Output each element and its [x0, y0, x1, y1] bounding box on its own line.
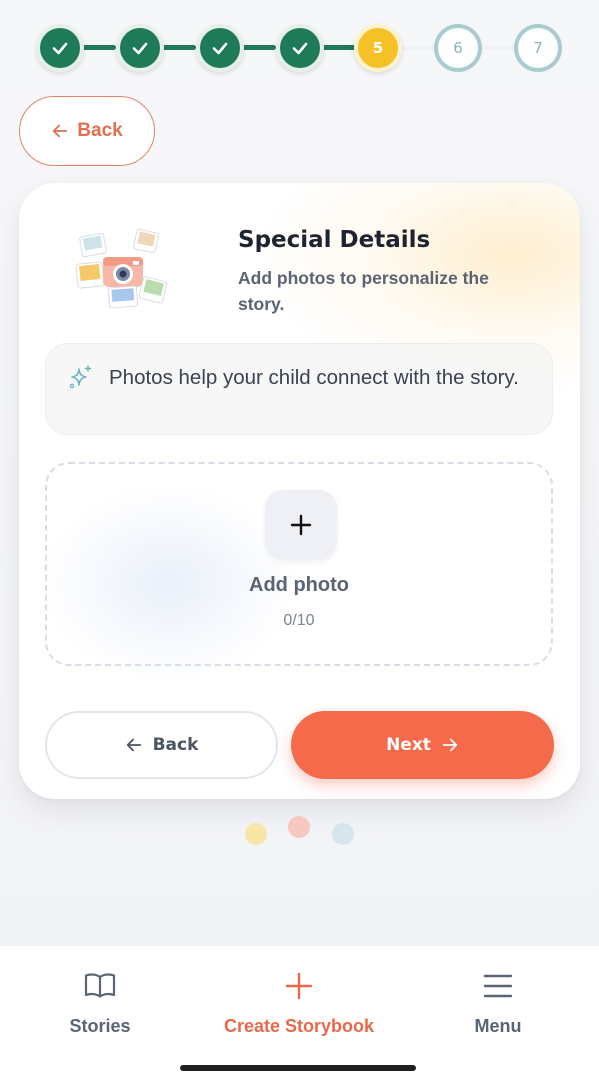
plus-icon	[285, 972, 313, 1000]
next-label: Next	[386, 735, 431, 755]
special-details-card: Special Details Add photos to personaliz…	[19, 183, 580, 799]
step-4-done[interactable]	[276, 24, 324, 72]
card-footer: Back Next	[19, 692, 580, 799]
bottom-navigation: Stories Create Storybook Menu	[0, 945, 599, 1084]
step-number: 5	[372, 39, 384, 57]
add-photo-label: Add photo	[249, 574, 349, 596]
nav-label: Stories	[69, 1016, 131, 1036]
home-indicator	[180, 1065, 416, 1071]
step-7-todo: 7	[514, 24, 562, 72]
back-label: Back	[152, 735, 199, 755]
nav-item-create-storybook[interactable]: Create Storybook	[199, 968, 399, 1037]
check-icon	[212, 42, 228, 55]
sparkles-icon	[69, 365, 92, 389]
menu-icon	[483, 974, 513, 998]
step-connector	[396, 46, 436, 50]
step-5-current: 5	[354, 24, 402, 72]
step-2-done[interactable]	[116, 24, 164, 72]
nav-label: Menu	[474, 1016, 522, 1036]
arrow-right-icon	[442, 738, 458, 752]
add-photo-button[interactable]	[265, 490, 337, 560]
top-back-button[interactable]: Back	[19, 96, 155, 166]
photo-dropzone[interactable]: Add photo 0/10	[45, 462, 553, 666]
arrow-left-icon	[53, 124, 68, 138]
plus-icon	[290, 514, 312, 536]
nav-label: Create Storybook	[223, 1016, 375, 1036]
check-icon	[132, 42, 148, 55]
card-title: Special Details	[238, 227, 431, 253]
card-subtitle: Add photos to personalize the story.	[238, 268, 489, 314]
photos-camera-illustration	[75, 228, 168, 309]
nav-item-menu[interactable]: Menu	[398, 968, 598, 1037]
decorative-dot	[245, 823, 267, 845]
check-icon	[52, 42, 68, 55]
arrow-left-icon	[126, 738, 141, 752]
step-1-done[interactable]	[36, 24, 84, 72]
check-icon	[292, 42, 308, 55]
progress-stepper: 5 6 7	[36, 20, 566, 76]
step-number: 7	[533, 39, 543, 57]
step-3-done[interactable]	[196, 24, 244, 72]
step-connector	[476, 46, 516, 50]
step-number: 6	[453, 39, 463, 57]
tip-text: Photos help your child connect with the …	[109, 366, 519, 389]
back-button[interactable]: Back	[45, 711, 278, 779]
next-button[interactable]: Next	[291, 711, 554, 779]
tip-banner: Photos help your child connect with the …	[45, 343, 553, 435]
nav-item-stories[interactable]: Stories	[0, 968, 200, 1037]
decorative-dot	[288, 816, 310, 838]
book-icon	[84, 973, 116, 998]
photo-count: 0/10	[283, 612, 315, 629]
decorative-dot	[332, 823, 354, 845]
top-back-label: Back	[77, 120, 123, 141]
step-6-todo: 6	[434, 24, 482, 72]
